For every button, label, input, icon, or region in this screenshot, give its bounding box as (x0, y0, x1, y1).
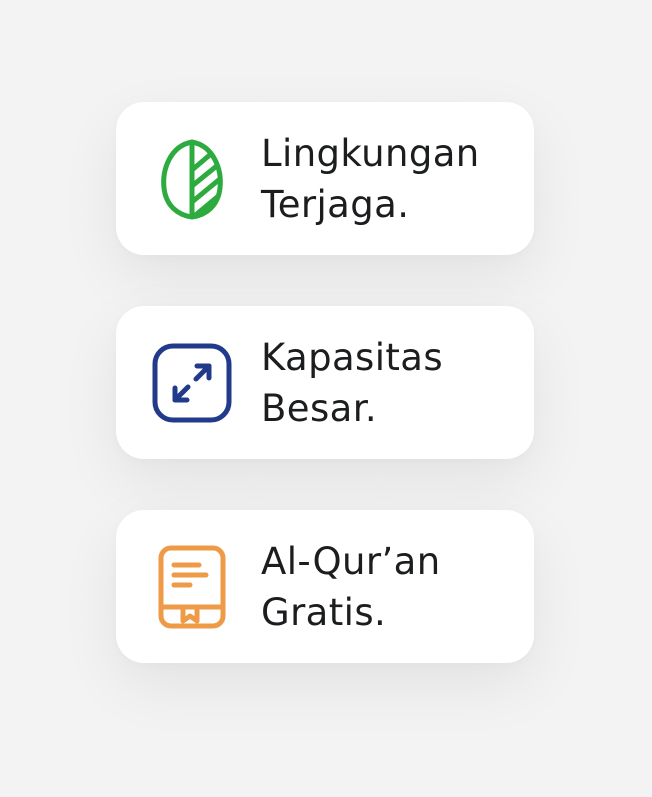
feature-card-quran: Al-Qur’an Gratis. (116, 510, 534, 663)
book-icon (148, 543, 236, 631)
feature-card-environment: Lingkungan Terjaga. (116, 102, 534, 255)
feature-label-line-1: Kapasitas (261, 335, 444, 379)
feature-card-capacity: Kapasitas Besar. (116, 306, 534, 459)
expand-arrows-icon (148, 339, 236, 427)
feature-label-line-2: Terjaga. (261, 182, 410, 226)
feature-label-line-2: Besar. (261, 386, 378, 430)
feature-label-line-1: Lingkungan (261, 131, 480, 175)
feature-label-line-2: Gratis. (261, 590, 387, 634)
feature-list: Lingkungan Terjaga. Kapasitas Besar. Al-… (116, 102, 534, 663)
feature-label: Al-Qur’an Gratis. (261, 536, 441, 638)
feature-label: Lingkungan Terjaga. (261, 128, 480, 230)
leaf-icon (148, 135, 236, 223)
feature-label: Kapasitas Besar. (261, 332, 443, 434)
feature-label-line-1: Al-Qur’an (261, 539, 441, 583)
